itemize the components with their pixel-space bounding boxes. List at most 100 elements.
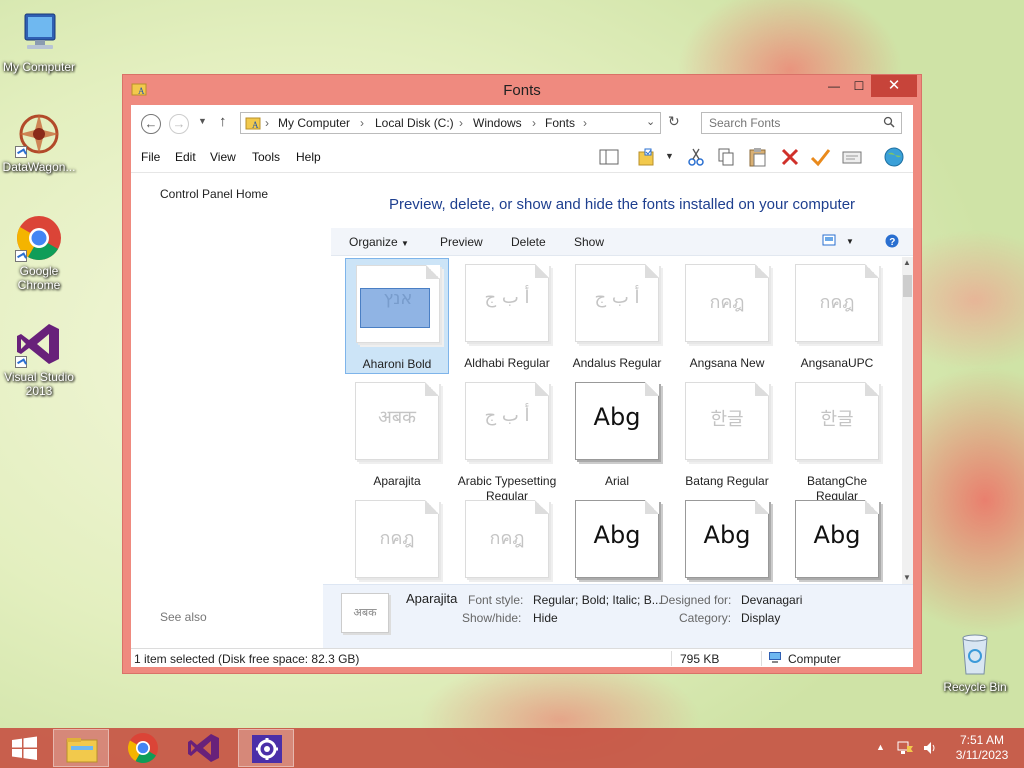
font-tile[interactable]: 한글 BatangChe Regular [785, 376, 889, 503]
taskbar-file-explorer[interactable] [53, 729, 109, 767]
menu-tools[interactable]: Tools [252, 150, 280, 164]
font-tile[interactable]: Abg [785, 494, 889, 585]
preview-button[interactable]: Preview [440, 235, 483, 249]
back-button[interactable]: ← [141, 114, 161, 134]
window-title: Fonts [503, 82, 541, 99]
shortcut-arrow-icon [15, 250, 27, 262]
breadcrumb-fonts[interactable]: Fonts [545, 116, 575, 130]
font-tile[interactable]: Abg [675, 494, 779, 585]
desktop-icon-my-computer[interactable]: My Computer [0, 10, 78, 74]
status-bar: 1 item selected (Disk free space: 82.3 G… [131, 648, 913, 667]
desktop-icon-recycle-bin[interactable]: Recycle Bin [936, 630, 1014, 694]
menu-file[interactable]: File [141, 150, 160, 164]
font-preview-page: أ ب ج [465, 264, 549, 342]
title-bar[interactable]: A Fonts — ☐ ✕ [123, 75, 921, 105]
font-tile[interactable]: 한글 Batang Regular [675, 376, 779, 492]
taskbar-clock[interactable]: 7:51 AM 3/11/2023 [950, 733, 1014, 763]
tray-overflow-chevron-icon[interactable]: ▲ [876, 742, 885, 752]
font-name-label: Angsana New [689, 356, 765, 370]
breadcrumb-my-computer[interactable]: My Computer [278, 116, 350, 130]
font-sample-glyph: अबक [378, 407, 416, 428]
vertical-scrollbar[interactable]: ▲ ▼ [902, 257, 913, 585]
view-chevron-icon[interactable]: ▼ [846, 237, 854, 246]
desktop-icon-label: My Computer [2, 60, 76, 74]
details-font-name: Aparajita [406, 591, 458, 606]
control-panel-home-link[interactable]: Control Panel Home [160, 187, 268, 201]
minimize-button[interactable]: — [820, 75, 848, 97]
desktop-icon-datawagon[interactable]: DataWagon... [0, 110, 78, 174]
font-tile[interactable]: กคฎ [455, 494, 559, 585]
visual-studio-icon [188, 734, 219, 762]
properties-icon[interactable] [841, 146, 863, 168]
scroll-up-icon[interactable]: ▲ [903, 258, 911, 267]
volume-icon[interactable] [922, 740, 938, 759]
font-sample-glyph: กคฎ [379, 528, 415, 549]
breadcrumb-windows[interactable]: Windows [473, 116, 522, 130]
recent-locations-chevron-icon[interactable]: ▼ [198, 116, 207, 126]
desktop-icon-visual-studio[interactable]: Visual Studio 2013 [0, 320, 78, 398]
font-preview-page: 한글 [795, 382, 879, 460]
copy-icon[interactable] [715, 146, 737, 168]
scroll-down-icon[interactable]: ▼ [903, 573, 911, 582]
font-tile[interactable]: Abg [565, 494, 669, 585]
breadcrumb-separator: › [532, 116, 536, 130]
search-input[interactable] [702, 113, 872, 133]
recycle-bin-icon [951, 630, 999, 678]
windows-logo-icon [12, 736, 37, 760]
command-bar: Organize ▼ Preview Delete Show ▼ ? [331, 228, 913, 256]
address-dropdown-chevron-icon[interactable]: ⌄ [646, 115, 655, 128]
details-font-thumbnail: अबक [341, 593, 389, 633]
taskbar-visual-studio[interactable] [176, 729, 232, 767]
details-show-hide-label: Show/hide: [462, 611, 522, 625]
checkmark-icon[interactable] [809, 146, 831, 168]
scrollbar-thumb[interactable] [903, 275, 912, 297]
taskbar-chrome[interactable] [115, 729, 171, 767]
font-tile[interactable]: أ ب ج Arabic Typesetting Regular [455, 376, 559, 503]
font-tile[interactable]: กคฎ Angsana New [675, 258, 779, 374]
close-button[interactable]: ✕ [871, 75, 917, 97]
help-icon[interactable]: ? [885, 234, 899, 251]
font-sample-glyph: 한글 [820, 409, 854, 430]
preview-pane-icon[interactable] [598, 146, 620, 168]
up-arrow-icon[interactable]: ↑ [219, 113, 227, 130]
desktop-icon-google-chrome[interactable]: Google Chrome [0, 214, 78, 292]
show-button[interactable]: Show [574, 235, 604, 249]
search-box[interactable] [701, 112, 902, 134]
refresh-icon[interactable]: ↻ [668, 113, 680, 130]
desktop-icon-label: Recycle Bin [943, 680, 1007, 694]
start-button[interactable] [0, 729, 56, 767]
search-icon[interactable] [883, 116, 895, 131]
cut-icon[interactable] [685, 146, 707, 168]
menu-edit[interactable]: Edit [175, 150, 196, 164]
font-tile[interactable]: أ ب ج Aldhabi Regular [455, 258, 559, 374]
menu-help[interactable]: Help [296, 150, 321, 164]
folder-options-icon[interactable] [636, 146, 658, 168]
taskbar-settings[interactable] [238, 729, 294, 767]
globe-icon[interactable] [883, 146, 905, 168]
font-tile[interactable]: Abg Arial [565, 376, 669, 492]
organize-chevron-icon: ▼ [401, 239, 409, 248]
network-flag-icon[interactable] [896, 740, 914, 759]
forward-button[interactable]: → [169, 114, 189, 134]
breadcrumb-local-disk[interactable]: Local Disk (C:) [375, 116, 454, 130]
font-tile[interactable]: กคฎ [345, 494, 449, 585]
paste-icon[interactable] [747, 146, 769, 168]
details-category-label: Category: [679, 611, 732, 625]
address-bar[interactable]: A › My Computer › Local Disk (C:) › Wind… [240, 112, 661, 134]
font-preview-page: Abg [795, 500, 879, 578]
organize-button[interactable]: Organize ▼ [349, 235, 409, 249]
font-preview-page: Abg [575, 500, 659, 578]
details-font-style-label: Font style: [468, 593, 524, 607]
maximize-button[interactable]: ☐ [845, 75, 873, 97]
delete-button[interactable]: Delete [511, 235, 546, 249]
datawagon-icon [15, 110, 63, 158]
font-tile[interactable]: अबक Aparajita [345, 376, 449, 492]
svg-text:?: ? [889, 237, 895, 248]
delete-x-icon[interactable] [779, 146, 801, 168]
font-tile[interactable]: أ ب ج Andalus Regular [565, 258, 669, 374]
folder-options-chevron-icon[interactable]: ▼ [665, 151, 687, 173]
change-view-icon[interactable] [822, 234, 836, 249]
menu-view[interactable]: View [210, 150, 236, 164]
font-tile[interactable]: กคฎ AngsanaUPC [785, 258, 889, 374]
font-tile[interactable]: אנץ Aharoni Bold [345, 258, 449, 374]
